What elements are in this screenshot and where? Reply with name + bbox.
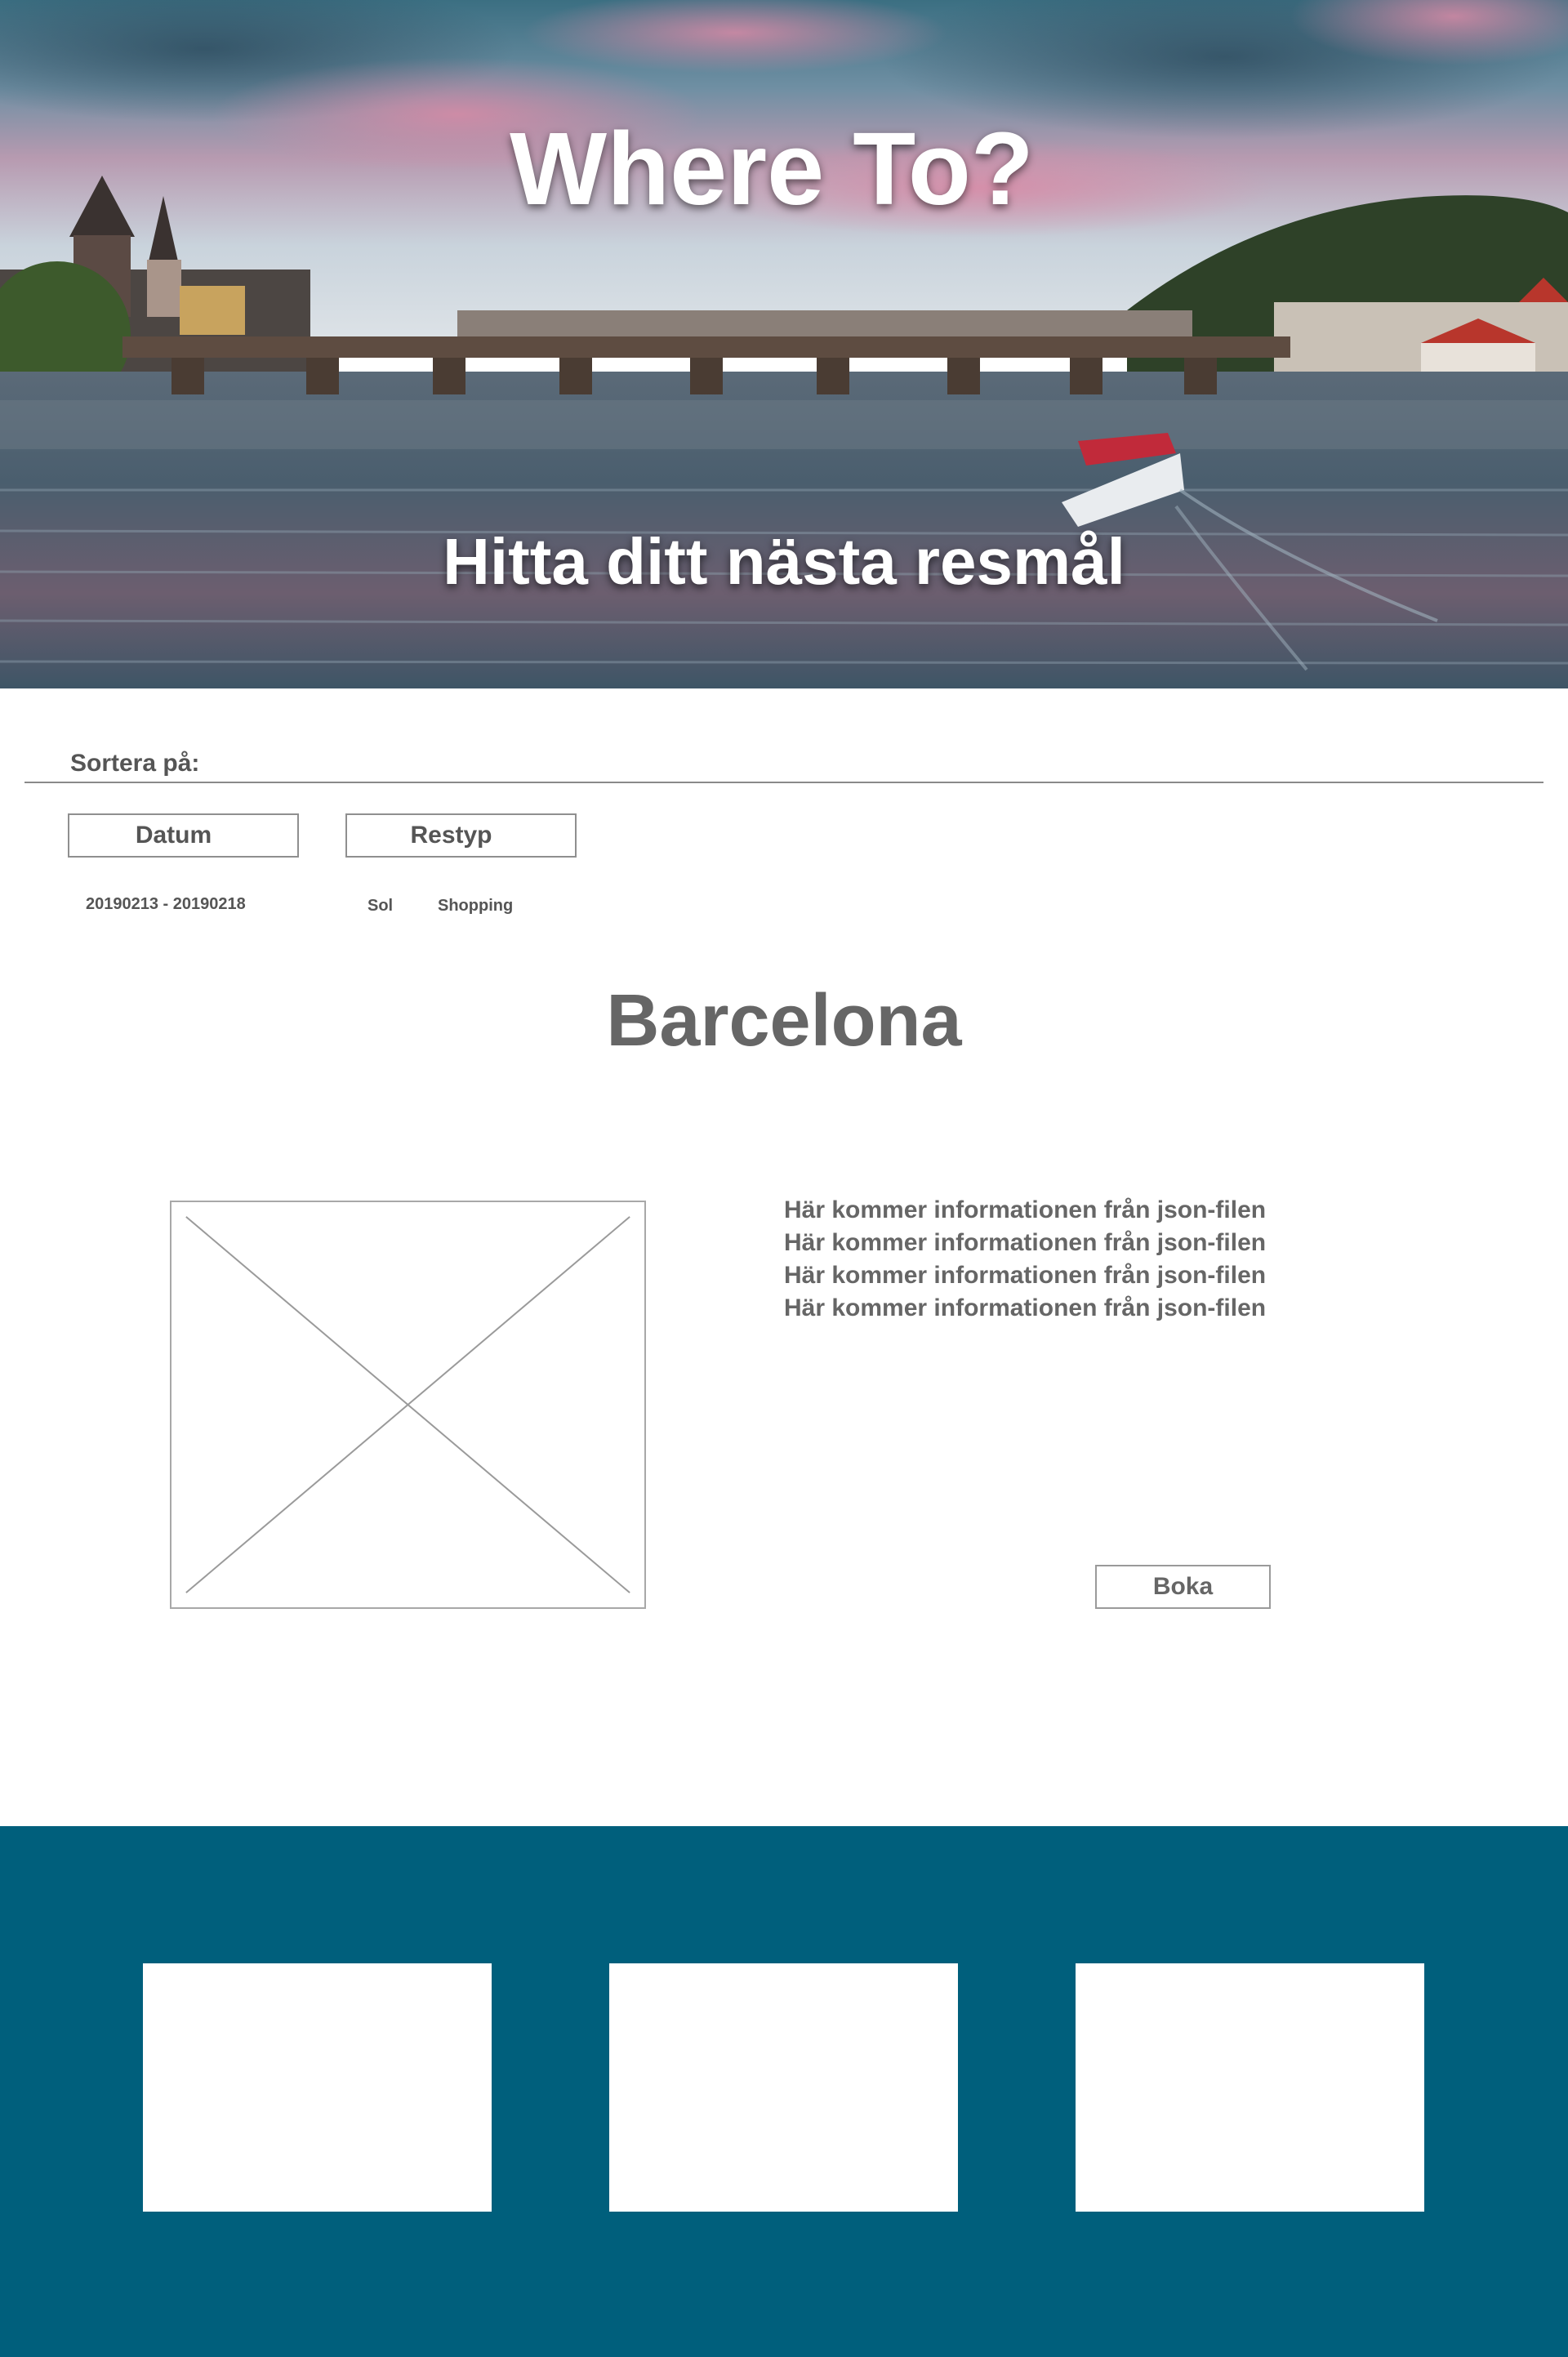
info-line: Här kommer informationen från json-filen xyxy=(784,1196,1267,1223)
destination-image-placeholder xyxy=(170,1201,646,1609)
footer-card[interactable] xyxy=(1076,1963,1424,2212)
sort-travel-type-button[interactable]: Restyp xyxy=(345,813,577,858)
destination-title: Barcelona xyxy=(606,980,962,1062)
footer-card[interactable] xyxy=(609,1963,958,2212)
image-placeholder-icon xyxy=(185,1216,630,1593)
hero-subtitle: Hitta ditt nästa resmål xyxy=(443,525,1125,598)
sort-date-button[interactable]: Datum xyxy=(68,813,299,858)
info-line: Här kommer informationen från json-filen xyxy=(784,1294,1267,1321)
sort-divider xyxy=(24,782,1544,783)
book-button[interactable]: Boka xyxy=(1095,1565,1271,1609)
date-range-value: 20190213 - 20190218 xyxy=(86,895,246,913)
footer-card[interactable] xyxy=(143,1963,492,2212)
info-line: Här kommer informationen från json-filen xyxy=(784,1229,1267,1256)
sort-travel-type-button-label: Restyp xyxy=(410,822,492,849)
sort-date-button-label: Datum xyxy=(135,822,212,849)
sort-label: Sortera på: xyxy=(70,750,200,777)
hero-title: Where To? xyxy=(510,111,1034,226)
travel-type-sol: Sol xyxy=(368,897,394,915)
footer xyxy=(0,1826,1568,2357)
info-line: Här kommer informationen från json-filen xyxy=(784,1262,1267,1289)
destination-info: Här kommer informationen från json-filen… xyxy=(784,1194,1266,1325)
travel-type-shopping: Shopping xyxy=(438,897,514,915)
hero-banner: Where To? Hitta ditt nästa resmål xyxy=(0,0,1568,688)
